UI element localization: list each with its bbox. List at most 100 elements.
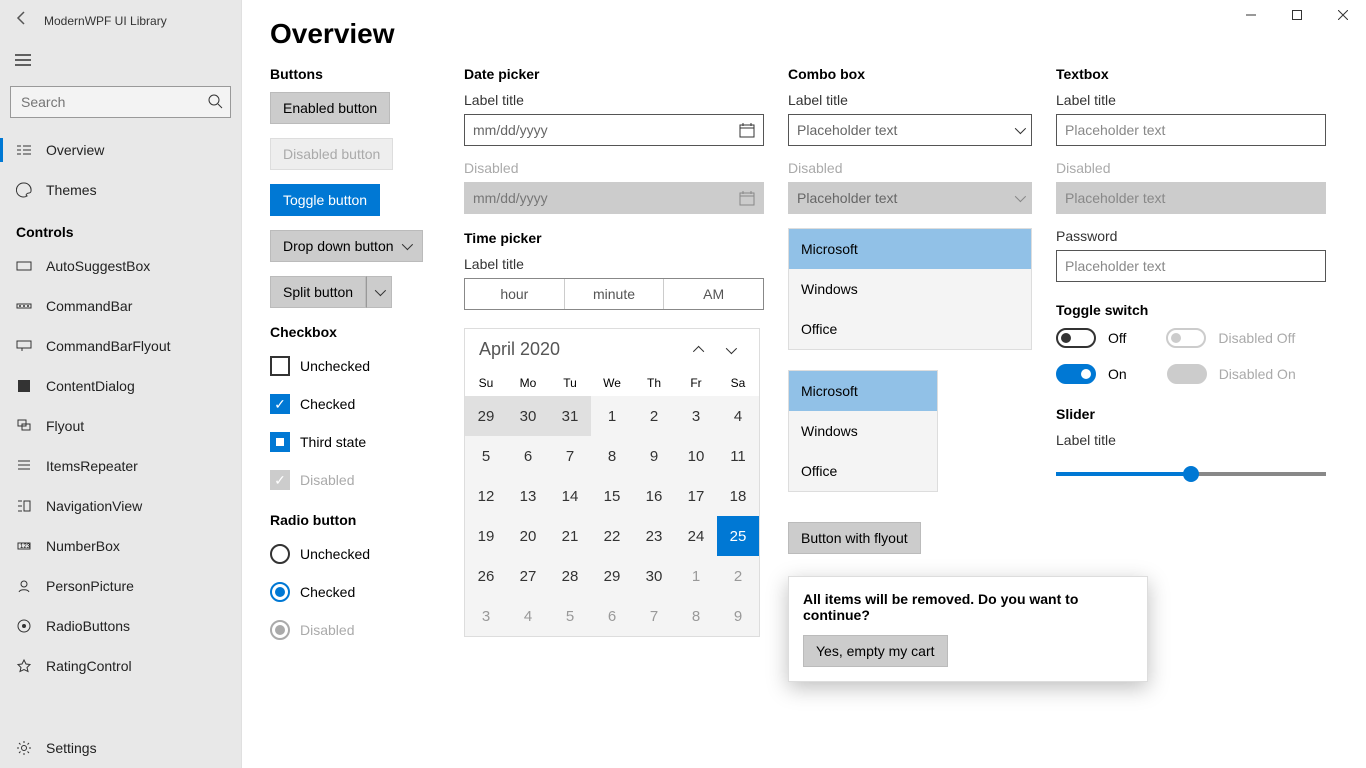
- calendar-day[interactable]: 30: [507, 396, 549, 436]
- checkbox-third-state[interactable]: Third state: [270, 426, 440, 458]
- nav-flyout[interactable]: Flyout: [0, 406, 241, 446]
- calendar-day[interactable]: 1: [675, 556, 717, 596]
- calendar-day[interactable]: 5: [549, 596, 591, 636]
- timepicker[interactable]: hour minute AM: [464, 278, 764, 310]
- nav-overview[interactable]: Overview: [0, 130, 241, 170]
- nav-themes[interactable]: Themes: [0, 170, 241, 210]
- calendar-day[interactable]: 8: [591, 436, 633, 476]
- search-input[interactable]: [10, 86, 231, 118]
- toggle-on[interactable]: On: [1056, 364, 1127, 384]
- combo-label: Label title: [788, 92, 1032, 108]
- maximize-button[interactable]: [1274, 0, 1320, 30]
- list-item[interactable]: Office: [789, 309, 1031, 349]
- flyout-button[interactable]: Button with flyout: [788, 522, 921, 554]
- calendar-day[interactable]: 13: [507, 476, 549, 516]
- nav-itemsrepeater[interactable]: ItemsRepeater: [0, 446, 241, 486]
- calendar-prev[interactable]: [685, 341, 715, 359]
- combo-box[interactable]: Placeholder text: [788, 114, 1032, 146]
- calendar-day[interactable]: 9: [717, 596, 759, 636]
- hamburger-icon[interactable]: [0, 41, 241, 80]
- toggle-button[interactable]: Toggle button: [270, 184, 380, 216]
- calendar-day[interactable]: 29: [591, 556, 633, 596]
- calendar-day[interactable]: 22: [591, 516, 633, 556]
- textbox-input[interactable]: Placeholder text: [1056, 114, 1326, 146]
- nav-settings[interactable]: Settings: [0, 728, 241, 768]
- calendar-day[interactable]: 7: [549, 436, 591, 476]
- slider[interactable]: [1056, 472, 1326, 476]
- toggle-off[interactable]: Off: [1056, 328, 1126, 348]
- calendar-day[interactable]: 8: [675, 596, 717, 636]
- calendar-day[interactable]: 27: [507, 556, 549, 596]
- checkbox-checked[interactable]: ✓Checked: [270, 388, 440, 420]
- nav-commandbar[interactable]: CommandBar: [0, 286, 241, 326]
- calendar-day[interactable]: 18: [717, 476, 759, 516]
- calendar-day[interactable]: 30: [633, 556, 675, 596]
- calendar-day[interactable]: 3: [675, 396, 717, 436]
- listbox-2[interactable]: MicrosoftWindowsOffice: [788, 370, 938, 492]
- calendar-day[interactable]: 16: [633, 476, 675, 516]
- list-item[interactable]: Microsoft: [789, 371, 937, 411]
- calendar-day[interactable]: 10: [675, 436, 717, 476]
- calendar-day[interactable]: 3: [465, 596, 507, 636]
- calendar-day[interactable]: 17: [675, 476, 717, 516]
- list-item[interactable]: Windows: [789, 411, 937, 451]
- disabled-button: Disabled button: [270, 138, 393, 170]
- calendar-day[interactable]: 20: [507, 516, 549, 556]
- calendar-day[interactable]: 21: [549, 516, 591, 556]
- slider-thumb[interactable]: [1183, 466, 1199, 482]
- minimize-button[interactable]: [1228, 0, 1274, 30]
- calendar-day[interactable]: 12: [465, 476, 507, 516]
- back-icon[interactable]: [14, 10, 30, 31]
- calendar-day[interactable]: 5: [465, 436, 507, 476]
- split-button-chevron[interactable]: [366, 276, 392, 308]
- calendar-day[interactable]: 28: [549, 556, 591, 596]
- nav-autosuggestbox[interactable]: AutoSuggestBox: [0, 246, 241, 286]
- nav-contentdialog[interactable]: ContentDialog: [0, 366, 241, 406]
- nav-numberbox[interactable]: 123NumberBox: [0, 526, 241, 566]
- listbox-1[interactable]: MicrosoftWindowsOffice: [788, 228, 1032, 350]
- calendar-day[interactable]: 1: [591, 396, 633, 436]
- nav-ratingcontrol[interactable]: RatingControl: [0, 646, 241, 686]
- flyout-confirm-button[interactable]: Yes, empty my cart: [803, 635, 948, 667]
- calendar-day[interactable]: 14: [549, 476, 591, 516]
- nav-radiobuttons[interactable]: RadioButtons: [0, 606, 241, 646]
- nav-navigationview[interactable]: NavigationView: [0, 486, 241, 526]
- calendar-day[interactable]: 6: [591, 596, 633, 636]
- password-input[interactable]: Placeholder text: [1056, 250, 1326, 282]
- calendar-day[interactable]: 23: [633, 516, 675, 556]
- calendar-day[interactable]: 19: [465, 516, 507, 556]
- nav-commandbarflyout[interactable]: CommandBarFlyout: [0, 326, 241, 366]
- radio-unchecked[interactable]: Unchecked: [270, 538, 440, 570]
- list-item[interactable]: Office: [789, 451, 937, 491]
- nav-personpicture[interactable]: PersonPicture: [0, 566, 241, 606]
- calendar[interactable]: April 2020 SuMoTuWeThFrSa 29303112345678…: [464, 328, 760, 637]
- nav-icon: [16, 418, 32, 434]
- calendar-day[interactable]: 7: [633, 596, 675, 636]
- calendar-day[interactable]: 2: [633, 396, 675, 436]
- calendar-day[interactable]: 4: [507, 596, 549, 636]
- calendar-day[interactable]: 15: [591, 476, 633, 516]
- split-button[interactable]: Split button: [270, 276, 440, 308]
- search-box[interactable]: [10, 86, 231, 118]
- calendar-day[interactable]: 2: [717, 556, 759, 596]
- textbox-header: Textbox: [1056, 66, 1326, 82]
- list-item[interactable]: Microsoft: [789, 229, 1031, 269]
- calendar-day[interactable]: 11: [717, 436, 759, 476]
- calendar-day[interactable]: 4: [717, 396, 759, 436]
- calendar-next[interactable]: [715, 341, 745, 359]
- calendar-day[interactable]: 31: [549, 396, 591, 436]
- radio-checked[interactable]: Checked: [270, 576, 440, 608]
- calendar-day[interactable]: 6: [507, 436, 549, 476]
- enabled-button[interactable]: Enabled button: [270, 92, 390, 124]
- datepicker-input[interactable]: mm/dd/yyyy: [464, 114, 764, 146]
- calendar-month[interactable]: April 2020: [479, 339, 685, 360]
- calendar-day[interactable]: 26: [465, 556, 507, 596]
- checkbox-unchecked[interactable]: Unchecked: [270, 350, 440, 382]
- list-item[interactable]: Windows: [789, 269, 1031, 309]
- calendar-day[interactable]: 24: [675, 516, 717, 556]
- dropdown-button[interactable]: Drop down button: [270, 230, 423, 262]
- calendar-day[interactable]: 9: [633, 436, 675, 476]
- calendar-day[interactable]: 25: [717, 516, 759, 556]
- close-button[interactable]: [1320, 0, 1366, 30]
- calendar-day[interactable]: 29: [465, 396, 507, 436]
